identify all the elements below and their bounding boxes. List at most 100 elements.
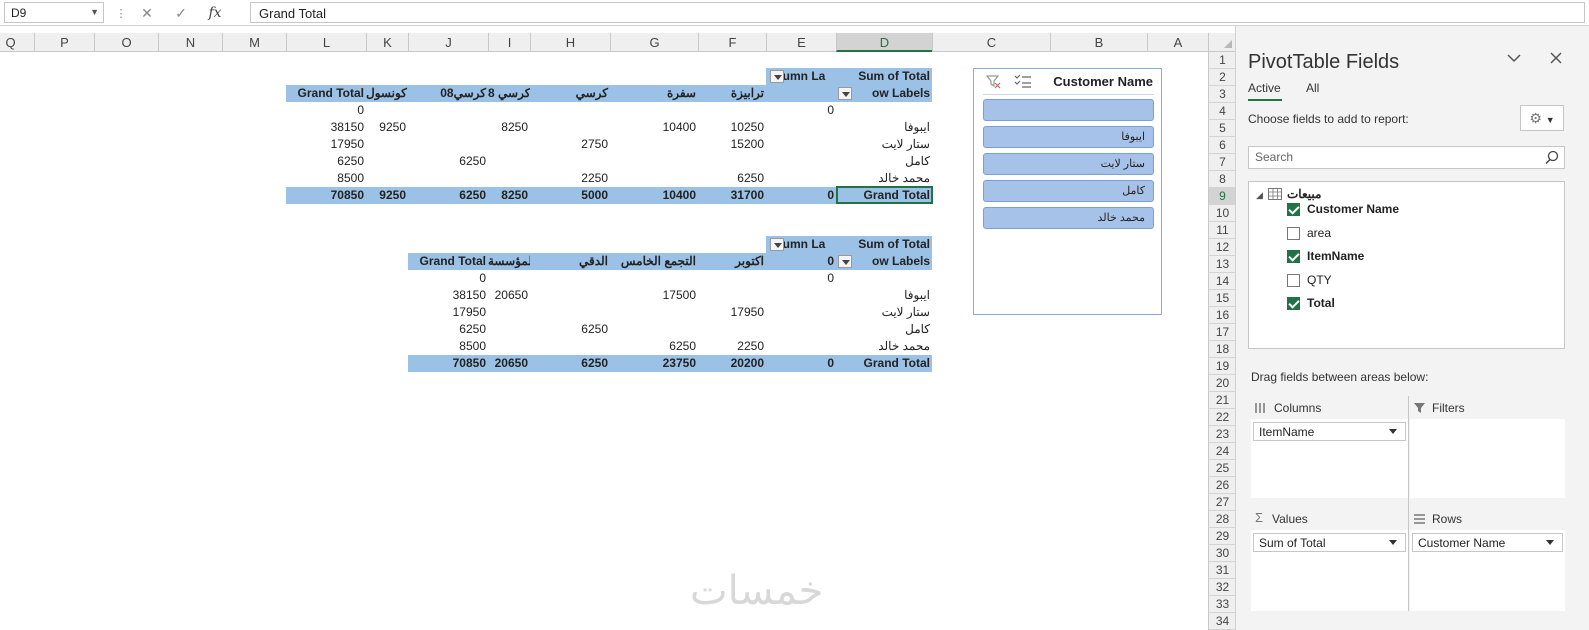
pivot2-value-cell[interactable] [488,338,530,355]
row-header-9[interactable]: 9 [1209,188,1236,205]
pivot2-row-label[interactable]: ستار لايت [836,304,932,321]
pivot1-value-cell[interactable] [488,102,530,119]
slicer-item[interactable]: ستار لايت [983,153,1154,175]
pivot1-column-filter-button[interactable] [770,70,784,83]
row-header-11[interactable]: 11 [1209,222,1236,239]
pivot2-row-label[interactable]: كامل [836,321,932,338]
pivot2-value-cell[interactable] [488,270,530,287]
pivot2-row-label[interactable]: محمد خالد [836,338,932,355]
rows-area[interactable]: Rows Customer Name [1410,507,1565,611]
pivot2-value-cell[interactable] [530,287,610,304]
pivot2-value-cell[interactable]: 2250 [698,338,766,355]
field-label[interactable]: Customer Name [1307,200,1399,218]
pivot1-value-cell[interactable] [530,102,610,119]
pivot1-value-cell[interactable] [408,102,488,119]
pivot1-value-cell[interactable]: 6250 [408,153,488,170]
pivot2-value-cell[interactable] [610,270,698,287]
name-box[interactable]: D9 ▼ [4,2,104,23]
chevron-down-icon[interactable]: ▼ [90,7,99,17]
pivot1-value-cell[interactable]: 8500 [286,170,366,187]
pivot2-row-label[interactable]: ايبوفا [836,287,932,304]
pivot1-row-label[interactable]: ستار لايت [836,136,932,153]
row-header-29[interactable]: 29 [1209,528,1236,545]
pivot2-value-cell[interactable] [530,270,610,287]
field-label[interactable]: ItemName [1307,247,1364,265]
pivot1-value-cell[interactable] [488,136,530,153]
column-header-l[interactable]: L [286,33,366,52]
row-header-18[interactable]: 18 [1209,341,1236,358]
cancel-icon[interactable]: ✕ [130,5,164,22]
pivot1-grand-total-cell[interactable]: 6250 [408,187,488,204]
column-header-q[interactable]: Q [0,33,34,52]
pivot1-value-cell[interactable] [488,153,530,170]
pivot1-grand-total-cell[interactable]: 0 [766,187,836,204]
row-header-23[interactable]: 23 [1209,426,1236,443]
pivot1-row-label[interactable]: كامل [836,153,932,170]
pivot1-grand-total-cell[interactable]: 5000 [530,187,610,204]
pivot2-value-cell[interactable]: 17500 [610,287,698,304]
row-header-33[interactable]: 33 [1209,596,1236,613]
clear-filter-icon[interactable] [985,73,1001,89]
column-header-i[interactable]: I [488,33,530,52]
field-checkbox[interactable] [1287,203,1300,216]
pivot1-value-cell[interactable] [766,170,836,187]
insert-function-icon[interactable]: fx [198,5,232,21]
pivot1-value-cell[interactable] [698,153,766,170]
field-label[interactable]: area [1307,224,1331,242]
pivot2-value-cell[interactable] [610,321,698,338]
column-header-p[interactable]: P [34,33,94,52]
column-header-c[interactable]: C [932,33,1050,52]
pivot1-grand-total-cell[interactable]: 9250 [366,187,408,204]
pivot1-value-cell[interactable] [366,153,408,170]
pivot2-grand-total-cell[interactable]: 20200 [698,355,766,372]
row-header-16[interactable]: 16 [1209,307,1236,324]
pivot1-value-cell[interactable] [408,136,488,153]
row-header-30[interactable]: 30 [1209,545,1236,562]
column-header-j[interactable]: J [408,33,488,52]
pivot1-row-label[interactable]: ايبوفا [836,119,932,136]
pivot2-value-cell[interactable] [610,304,698,321]
slicer-item[interactable]: كامل [983,180,1154,202]
field-checkbox[interactable] [1287,297,1300,310]
pivot1-value-cell[interactable]: 2250 [530,170,610,187]
column-header-n[interactable]: N [158,33,222,52]
pivot2-grand-total-cell[interactable]: 20650 [488,355,530,372]
pivot2-value-cell[interactable] [488,321,530,338]
slicer-item[interactable]: محمد خالد [983,207,1154,229]
pivot2-value-cell[interactable]: 0 [766,270,836,287]
pivot1-row-label[interactable] [836,102,932,119]
pivot2-value-cell[interactable]: 38150 [408,287,488,304]
rows-field-customer-name[interactable]: Customer Name [1412,533,1563,552]
row-header-28[interactable]: 28 [1209,511,1236,528]
pivot1-value-cell[interactable] [530,119,610,136]
row-header-22[interactable]: 22 [1209,409,1236,426]
pivot2-value-cell[interactable] [766,304,836,321]
pivot1-grand-total-cell[interactable]: 70850 [286,187,366,204]
tab-all[interactable]: All [1306,81,1319,95]
pivot1-value-cell[interactable] [366,102,408,119]
slicer-item[interactable]: ايبوفا [983,126,1154,148]
pivot2-column-filter-button[interactable] [770,238,784,251]
more-options-icon[interactable]: ⋮ [112,7,130,20]
pivot1-grand-total-cell[interactable]: 10400 [610,187,698,204]
row-header-2[interactable]: 2 [1209,69,1236,86]
pivot2-value-cell[interactable] [488,304,530,321]
slicer-item[interactable] [983,99,1154,121]
column-header-a[interactable]: A [1147,33,1208,52]
field-label[interactable]: Total [1307,294,1335,312]
row-header-5[interactable]: 5 [1209,120,1236,137]
row-header-8[interactable]: 8 [1209,171,1236,188]
pivot1-value-cell[interactable]: 0 [286,102,366,119]
pivot2-grand-total-cell[interactable]: 70850 [408,355,488,372]
pivot1-value-cell[interactable]: 6250 [698,170,766,187]
values-area[interactable]: Σ Values Sum of Total [1251,507,1408,611]
pivot2-value-cell[interactable]: 6250 [610,338,698,355]
column-header-b[interactable]: B [1050,33,1147,52]
pivot1-value-cell[interactable]: 10400 [610,119,698,136]
search-icon[interactable] [1545,150,1559,164]
pivot2-value-cell[interactable]: 6250 [530,321,610,338]
filters-dropzone[interactable] [1410,419,1565,498]
pivot1-value-cell[interactable] [610,136,698,153]
pivot2-value-cell[interactable] [530,304,610,321]
close-icon[interactable] [1550,52,1562,64]
